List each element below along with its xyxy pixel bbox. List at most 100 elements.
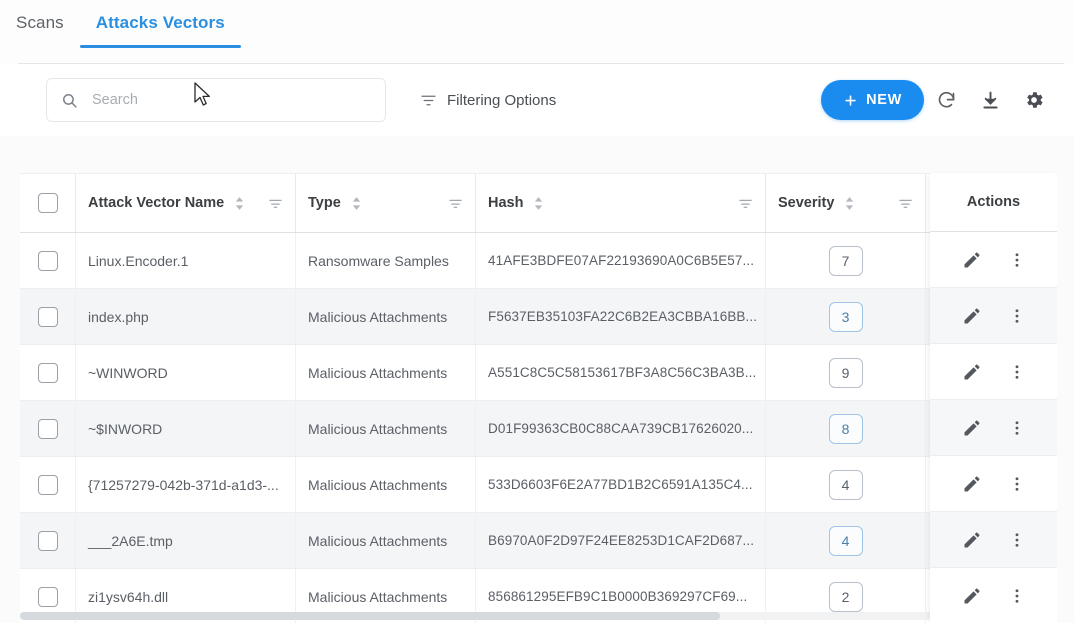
row-checkbox[interactable] xyxy=(37,418,58,439)
table-body: Linux.Encoder.1 Ransomware Samples 41AFE… xyxy=(20,233,1057,623)
scrollbar-thumb[interactable] xyxy=(20,612,720,620)
search-input[interactable] xyxy=(90,91,371,109)
column-label: Attack Vector Name xyxy=(88,195,225,211)
cell-name: ___2A6E.tmp xyxy=(76,513,296,568)
edit-button[interactable] xyxy=(962,306,982,326)
filtering-options-button[interactable]: Filtering Options xyxy=(420,92,556,109)
more-vertical-icon xyxy=(1015,252,1018,267)
cell-severity: 4 xyxy=(766,513,926,568)
tab-scans[interactable]: Scans xyxy=(0,12,80,48)
sort-icon[interactable] xyxy=(351,196,362,211)
more-options-button[interactable] xyxy=(1008,419,1026,437)
cell-hash: A551C8C5C58153617BF3A8C56C3BA3B... xyxy=(476,345,766,400)
table-row[interactable]: ___2A6E.tmp Malicious Attachments B6970A… xyxy=(20,513,1057,569)
cell-hash: B6970A0F2D97F24EE8253D1CAF2D687... xyxy=(476,513,766,568)
more-options-button[interactable] xyxy=(1008,251,1026,269)
attack-vectors-table: Attack Vector Name Type Hash Severity Li… xyxy=(20,173,1057,623)
column-filter-icon[interactable] xyxy=(438,196,463,211)
row-select-cell xyxy=(20,513,76,568)
row-actions xyxy=(930,232,1057,288)
column-filter-icon[interactable] xyxy=(258,196,283,211)
new-button-label: NEW xyxy=(866,92,902,108)
severity-badge: 2 xyxy=(828,581,863,612)
settings-button[interactable] xyxy=(1012,80,1056,120)
sort-icon[interactable] xyxy=(234,196,245,211)
gear-icon xyxy=(1027,92,1043,108)
row-select-cell xyxy=(20,457,76,512)
row-checkbox[interactable] xyxy=(37,250,58,271)
download-button[interactable] xyxy=(968,80,1012,120)
row-actions xyxy=(930,344,1057,400)
row-checkbox[interactable] xyxy=(37,586,58,607)
table-row[interactable]: ~$INWORD Malicious Attachments D01F99363… xyxy=(20,401,1057,457)
severity-badge: 8 xyxy=(828,413,863,444)
table-header-row: Attack Vector Name Type Hash Severity xyxy=(20,174,1057,233)
more-options-button[interactable] xyxy=(1008,475,1026,493)
cell-type: Ransomware Samples xyxy=(296,233,476,288)
edit-pencil-icon xyxy=(964,364,979,379)
tab-attacks-vectors[interactable]: Attacks Vectors xyxy=(79,12,241,48)
row-actions xyxy=(930,568,1057,623)
row-select-cell xyxy=(20,401,76,456)
more-options-button[interactable] xyxy=(1008,307,1026,325)
edit-pencil-icon xyxy=(964,252,979,267)
sort-icon[interactable] xyxy=(844,196,855,211)
severity-badge: 3 xyxy=(828,301,863,332)
sort-icon[interactable] xyxy=(533,196,544,211)
more-options-button[interactable] xyxy=(1008,531,1026,549)
row-checkbox[interactable] xyxy=(37,362,58,383)
edit-pencil-icon xyxy=(964,308,979,323)
column-header-severity[interactable]: Severity xyxy=(766,174,926,232)
table-row[interactable]: ~WINWORD Malicious Attachments A551C8C5C… xyxy=(20,345,1057,401)
edit-button[interactable] xyxy=(962,418,982,438)
row-actions xyxy=(930,288,1057,344)
severity-badge: 9 xyxy=(828,357,863,388)
table-toolbar: Filtering Options NEW xyxy=(0,64,1074,136)
cell-name: ~WINWORD xyxy=(76,345,296,400)
more-options-button[interactable] xyxy=(1008,587,1026,605)
column-header-hash[interactable]: Hash xyxy=(476,174,766,232)
cell-hash: 533D6603F6E2A77BD1B2C6591A135C4... xyxy=(476,457,766,512)
row-checkbox[interactable] xyxy=(37,306,58,327)
cell-severity: 8 xyxy=(766,401,926,456)
table-row[interactable]: Linux.Encoder.1 Ransomware Samples 41AFE… xyxy=(20,233,1057,289)
select-all-checkbox[interactable] xyxy=(37,193,58,213)
table-row[interactable]: {71257279-042b-371d-a1d3-... Malicious A… xyxy=(20,457,1057,513)
edit-pencil-icon xyxy=(964,420,979,435)
column-filter-icon[interactable] xyxy=(888,196,913,211)
row-checkbox[interactable] xyxy=(37,474,58,495)
column-label: Hash xyxy=(488,195,524,211)
edit-button[interactable] xyxy=(962,530,982,550)
row-select-cell xyxy=(20,233,76,288)
refresh-button[interactable] xyxy=(924,80,968,120)
column-header-type[interactable]: Type xyxy=(296,174,476,232)
edit-button[interactable] xyxy=(962,250,982,270)
cell-severity: 9 xyxy=(766,345,926,400)
search-box[interactable] xyxy=(46,78,386,122)
row-select-cell xyxy=(20,345,76,400)
edit-button[interactable] xyxy=(962,362,982,382)
table-row[interactable]: index.php Malicious Attachments F5637EB3… xyxy=(20,289,1057,345)
refresh-icon xyxy=(938,91,954,107)
new-button[interactable]: NEW xyxy=(821,80,924,120)
actions-column: Actions xyxy=(930,173,1057,623)
column-header-attack-vector-name[interactable]: Attack Vector Name xyxy=(76,174,296,232)
severity-badge: 4 xyxy=(828,469,863,500)
more-vertical-icon xyxy=(1015,420,1018,435)
attacks-vectors-page: Scans Attacks Vectors Filtering Options xyxy=(0,0,1074,623)
toolbar-actions: NEW xyxy=(821,80,1056,120)
more-vertical-icon xyxy=(1015,364,1018,379)
row-checkbox[interactable] xyxy=(37,530,58,551)
horizontal-scrollbar[interactable] xyxy=(20,612,1057,620)
more-options-button[interactable] xyxy=(1008,363,1026,381)
cell-type: Malicious Attachments xyxy=(296,345,476,400)
severity-badge: 7 xyxy=(828,245,863,276)
cell-type: Malicious Attachments xyxy=(296,289,476,344)
column-label: Severity xyxy=(778,195,835,211)
edit-button[interactable] xyxy=(962,474,982,494)
cell-name: ~$INWORD xyxy=(76,401,296,456)
cell-type: Malicious Attachments xyxy=(296,513,476,568)
cell-type: Malicious Attachments xyxy=(296,457,476,512)
edit-button[interactable] xyxy=(962,586,982,606)
column-filter-icon[interactable] xyxy=(728,196,753,211)
